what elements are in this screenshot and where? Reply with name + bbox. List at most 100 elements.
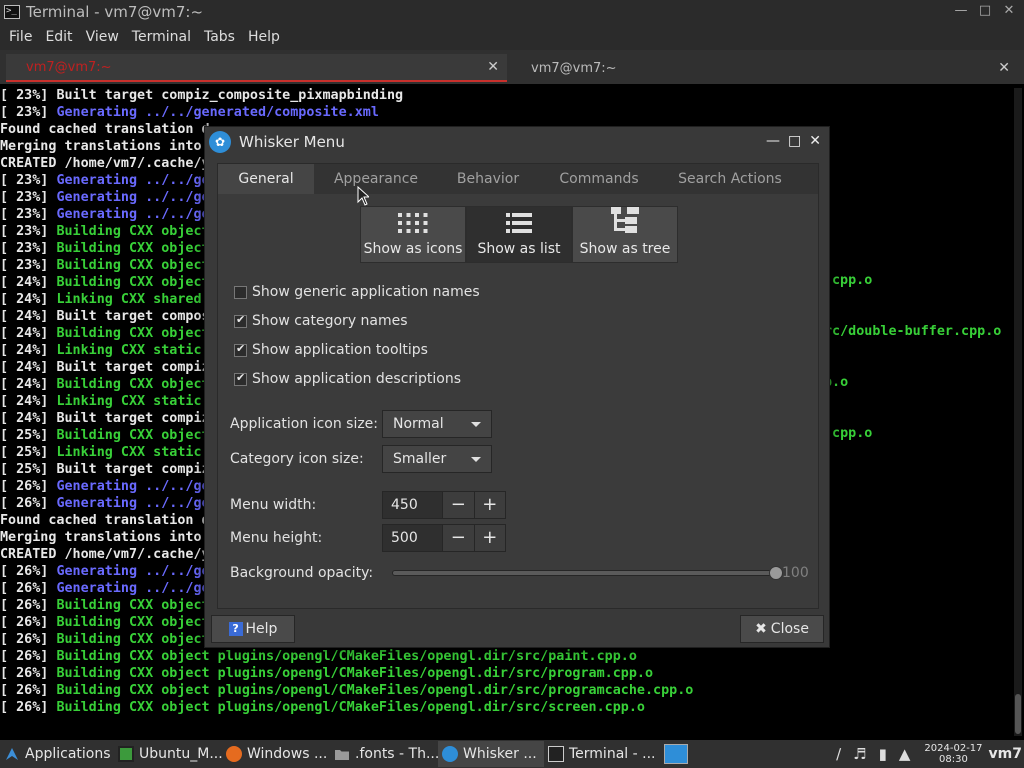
taskbar-item-label: Ubuntu_M... xyxy=(139,746,222,762)
taskbar-item-whisker[interactable]: Whisker ... xyxy=(438,741,544,767)
opacity-slider[interactable] xyxy=(392,566,783,580)
minus-icon[interactable]: − xyxy=(442,492,474,518)
slider-knob[interactable] xyxy=(769,566,783,580)
checkbox-app-tooltips[interactable]: Show application tooltips xyxy=(234,342,428,358)
terminal-line: [ 26%] Building CXX object plugins/openg… xyxy=(0,683,694,698)
terminal-scrollbar[interactable] xyxy=(1014,88,1022,736)
clock-time: 08:30 xyxy=(939,754,968,765)
terminal-line: [ 23%] Generating ../../generated/compos… xyxy=(0,105,379,120)
tab-commands[interactable]: Commands xyxy=(538,164,660,194)
help-icon: ? xyxy=(228,622,243,636)
app-icon-size-label: Application icon size: xyxy=(230,416,379,432)
chevron-down-icon xyxy=(471,457,481,462)
tab-general[interactable]: General xyxy=(218,164,314,194)
taskbar-item-ubuntu[interactable]: Ubuntu_M... xyxy=(114,741,222,767)
checkbox-generic-names[interactable]: Show generic application names xyxy=(234,284,480,300)
combo-value: Smaller xyxy=(393,451,447,467)
terminal-tab-2[interactable]: vm7@vm7:~ ✕ xyxy=(512,54,1018,82)
minimize-icon[interactable]: — xyxy=(766,133,780,149)
terminal-line: [ 26%] Building CXX object plugins/openg… xyxy=(0,649,637,664)
folder-icon xyxy=(335,750,349,760)
terminal-line: [ 26%] Building CXX object plugins/openg… xyxy=(0,666,654,681)
applications-menu-button[interactable]: Applications xyxy=(0,741,114,767)
close-button[interactable]: ✖ Close xyxy=(740,615,824,643)
menu-view[interactable]: View xyxy=(81,29,127,45)
show-as-list-button[interactable]: Show as list xyxy=(466,206,572,263)
tab-label: vm7@vm7:~ xyxy=(26,59,112,75)
app-icon-size-combo[interactable]: Normal xyxy=(382,410,492,438)
combo-value: Normal xyxy=(393,416,444,432)
workspace-switcher[interactable] xyxy=(660,741,692,767)
close-icon[interactable]: ✕ xyxy=(1002,3,1016,18)
system-tray: ∕ ♬ ▮ ▲ 2024-02-17 08:30 vm7 xyxy=(830,740,1024,768)
spinner-value[interactable]: 450 xyxy=(383,497,442,513)
whisker-icon xyxy=(442,746,458,762)
button-label: Close xyxy=(770,621,809,637)
terminal-titlebar: >_ Terminal - vm7@vm7:~ — □ ✕ xyxy=(0,0,1024,24)
show-as-icons-button[interactable]: Show as icons xyxy=(360,206,466,263)
checkbox-box[interactable] xyxy=(234,313,247,328)
list-icon xyxy=(506,213,532,233)
tree-icon xyxy=(611,207,639,233)
maximize-icon[interactable]: □ xyxy=(978,3,992,18)
clock-date: 2024-02-17 xyxy=(924,743,983,754)
spinner-value[interactable]: 500 xyxy=(383,530,442,546)
button-label: Show as tree xyxy=(579,241,671,257)
checkbox-box[interactable] xyxy=(234,285,247,299)
minus-icon[interactable]: − xyxy=(442,525,474,551)
menu-terminal[interactable]: Terminal xyxy=(127,29,199,45)
opacity-label: Background opacity: xyxy=(230,565,374,581)
terminal-menubar: File Edit View Terminal Tabs Help xyxy=(0,24,1024,50)
checkbox-label: Show generic application names xyxy=(252,284,480,300)
firefox-icon xyxy=(226,746,242,762)
button-label: Applications xyxy=(25,746,111,762)
network-icon[interactable]: ∕ xyxy=(836,745,841,763)
taskbar-item-terminal[interactable]: Terminal - ... xyxy=(544,741,656,767)
tab-close-icon[interactable]: ✕ xyxy=(998,60,1010,76)
checkbox-box[interactable] xyxy=(234,342,247,357)
taskbar-item-label: Terminal - ... xyxy=(569,746,656,762)
menu-help[interactable]: Help xyxy=(243,29,288,45)
mouse-cursor-icon xyxy=(357,186,369,206)
grid-icon xyxy=(398,213,428,233)
dialog-titlebar: ✿ Whisker Menu — □ ✕ xyxy=(205,127,829,157)
show-as-tree-button[interactable]: Show as tree xyxy=(572,206,678,263)
battery-icon[interactable]: ▮ xyxy=(879,745,887,763)
taskbar-item-label: Windows ... xyxy=(247,746,328,762)
menu-tabs[interactable]: Tabs xyxy=(199,29,243,45)
terminal-line: [ 23%] Built target compiz_composite_pix… xyxy=(0,88,404,103)
scrollbar-thumb[interactable] xyxy=(1015,694,1021,734)
volume-icon[interactable]: ♬ xyxy=(853,745,866,763)
plus-icon[interactable]: + xyxy=(473,492,505,518)
applications-icon xyxy=(6,748,18,760)
terminal-tab-1[interactable]: vm7@vm7:~ ✕ xyxy=(6,54,507,82)
menu-file[interactable]: File xyxy=(4,29,40,45)
help-button[interactable]: ? Help xyxy=(211,615,295,643)
terminal-fragment: cpp.o xyxy=(832,273,873,288)
tab-search-actions[interactable]: Search Actions xyxy=(660,164,800,194)
taskbar-item-fonts[interactable]: .fonts - Th... xyxy=(330,741,438,767)
notification-bell-icon[interactable]: ▲ xyxy=(899,745,911,763)
cat-icon-size-combo[interactable]: Smaller xyxy=(382,445,492,473)
checkbox-box[interactable] xyxy=(234,371,247,386)
clock[interactable]: 2024-02-17 08:30 xyxy=(924,743,982,765)
close-icon[interactable]: ✕ xyxy=(809,133,821,149)
menu-width-spinner[interactable]: 450 − + xyxy=(382,491,506,519)
tab-close-icon[interactable]: ✕ xyxy=(487,59,499,75)
checkbox-category-names[interactable]: Show category names xyxy=(234,313,408,329)
tab-appearance[interactable]: Appearance xyxy=(314,164,438,194)
maximize-icon[interactable]: □ xyxy=(788,133,801,149)
user-name[interactable]: vm7 xyxy=(989,746,1022,762)
menu-height-label: Menu height: xyxy=(230,530,323,546)
plus-icon[interactable]: + xyxy=(473,525,505,551)
checkbox-label: Show application tooltips xyxy=(252,342,428,358)
taskbar-item-windows[interactable]: Windows ... xyxy=(222,741,330,767)
terminal-icon: >_ xyxy=(4,5,20,19)
tab-behavior[interactable]: Behavior xyxy=(438,164,538,194)
minimize-icon[interactable]: — xyxy=(954,3,968,18)
button-label: Help xyxy=(245,621,278,637)
menu-edit[interactable]: Edit xyxy=(40,29,80,45)
workspace-icon xyxy=(664,744,688,764)
checkbox-app-descriptions[interactable]: Show application descriptions xyxy=(234,371,461,387)
menu-height-spinner[interactable]: 500 − + xyxy=(382,524,506,552)
